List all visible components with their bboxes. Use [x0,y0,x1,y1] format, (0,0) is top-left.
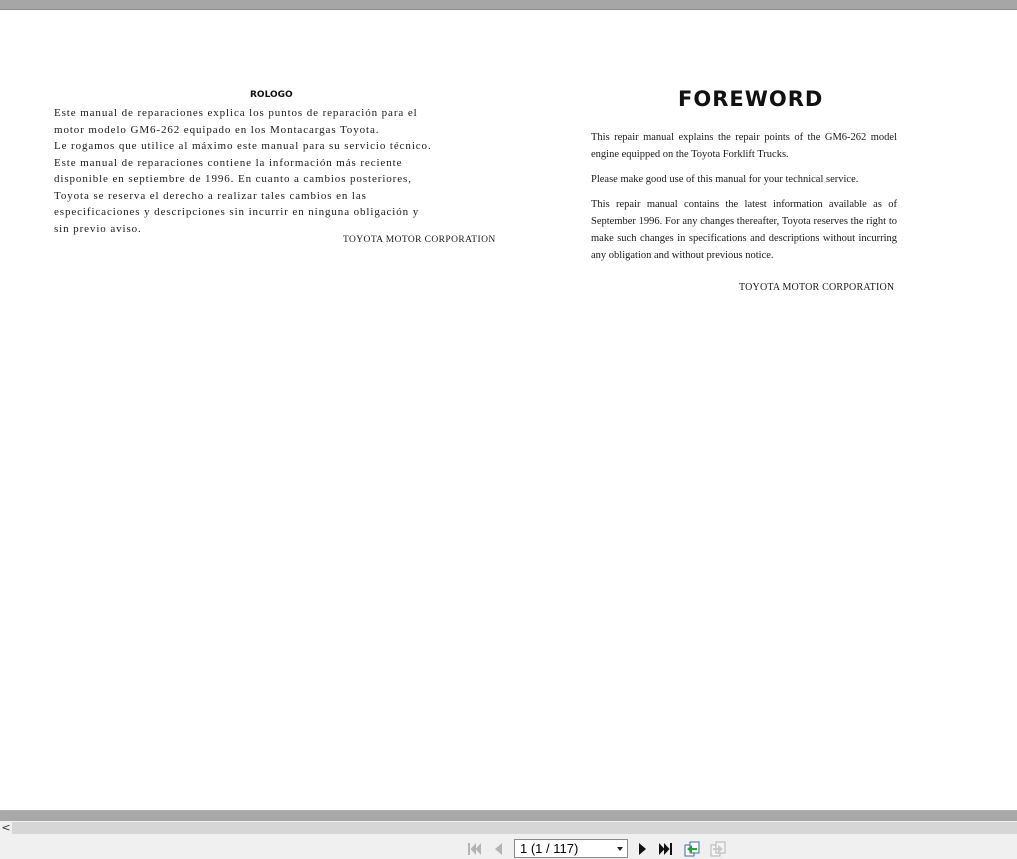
page-indicator: 1 (1 / 117) [520,841,579,856]
previous-page-icon [495,843,502,855]
spanish-line: Toyota se reserva el derecho a realizar … [54,189,367,202]
top-frame-bar [0,0,1017,10]
next-page-icon [639,843,646,855]
go-back-icon [684,841,700,857]
page-navigation-bar [0,836,1017,859]
go-back-button[interactable] [683,840,701,858]
dropdown-arrow-icon [617,847,623,851]
spanish-title: ROLOGO [250,90,293,100]
scroll-left-button[interactable]: < [0,821,12,835]
foreword-paragraph: This repair manual explains the repair p… [591,132,897,160]
spanish-line: especificaciones y descripciones sin inc… [54,206,420,218]
spanish-line: Este manual de reparaciones contiene la … [54,156,403,169]
foreword-paragraph: Please make good use of this manual for … [591,174,859,185]
last-page-button[interactable] [657,840,675,858]
spanish-line: Este manual de reparaciones explica los … [54,107,418,119]
foreword-title: FOREWORD [678,87,824,111]
next-page-button[interactable] [635,840,653,858]
english-signature: TOYOTA MOTOR CORPORATION [739,282,895,293]
page-select-dropdown[interactable]: 1 (1 / 117) [514,839,628,858]
spanish-foreword-text: Este manual de reparaciones explica los … [54,105,474,237]
first-page-icon [468,843,481,855]
first-page-button[interactable] [465,840,483,858]
frame-divider [0,811,1017,821]
spanish-line: motor modelo GM6-262 equipado en los Mon… [54,123,380,136]
document-viewer: ROLOGO Este manual de reparaciones expli… [0,0,1017,859]
spanish-line: disponible en septiembre de 1996. En cua… [54,173,412,185]
foreword-paragraph: This repair manual contains the latest i… [591,199,897,261]
spanish-signature: TOYOTA MOTOR CORPORATION [343,235,496,245]
horizontal-scrollbar[interactable] [12,822,1017,834]
last-page-icon [659,843,672,855]
go-forward-icon [710,841,726,857]
previous-page-button[interactable] [490,840,508,858]
spanish-line: Le rogamos que utilice al máximo este ma… [54,140,432,152]
go-forward-button[interactable] [709,840,727,858]
